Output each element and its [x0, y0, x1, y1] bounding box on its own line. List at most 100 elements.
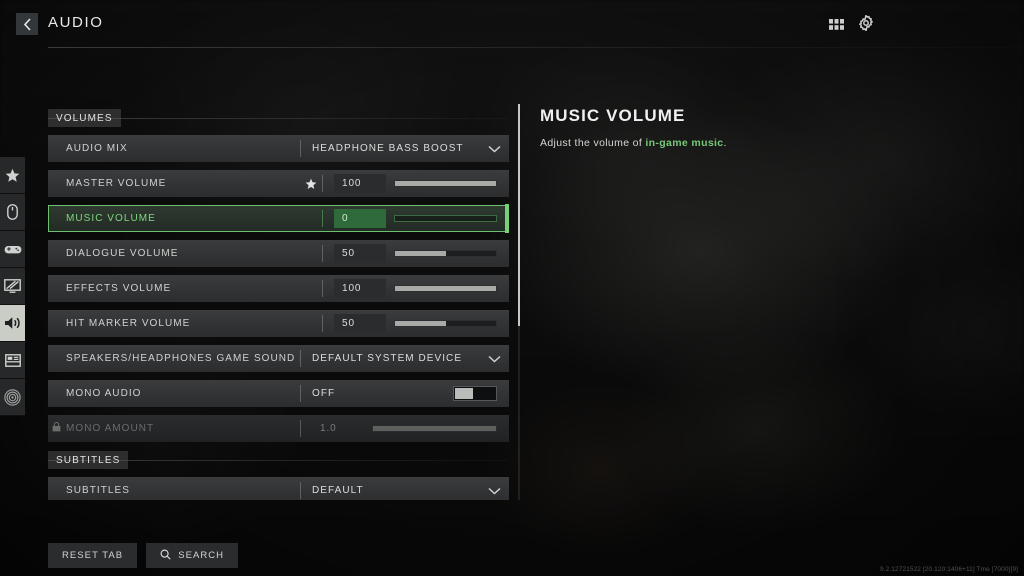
- value-box[interactable]: 100: [334, 279, 386, 298]
- dropdown-value: DEFAULT: [312, 485, 364, 496]
- row-divider: [322, 175, 323, 192]
- sidebar-item-controller[interactable]: [0, 231, 25, 268]
- setting-row-dialogue-volume[interactable]: DIALOGUE VOLUME 50: [48, 240, 509, 267]
- detail-description: Adjust the volume of in-game music.: [540, 137, 980, 149]
- slider-dialogue-volume[interactable]: [394, 250, 497, 257]
- row-label: MONO AUDIO: [66, 388, 142, 399]
- chevron-down-icon[interactable]: [479, 355, 509, 363]
- settings-scrollbar-thumb[interactable]: [518, 104, 520, 326]
- row-label: HIT MARKER VOLUME: [66, 318, 191, 329]
- gear-icon[interactable]: [858, 14, 874, 36]
- setting-row-master-volume[interactable]: MASTER VOLUME 100: [48, 170, 509, 197]
- row-divider: [322, 245, 323, 262]
- sidebar-item-interface[interactable]: [0, 342, 25, 379]
- interface-icon: [4, 353, 21, 367]
- value-box[interactable]: 50: [334, 314, 386, 333]
- toggle-knob: [455, 388, 473, 399]
- header-bar: AUDIO: [0, 0, 1024, 48]
- section-title: SUBTITLES: [48, 451, 129, 469]
- mouse-icon: [7, 204, 18, 220]
- slider-music-volume[interactable]: [394, 215, 497, 222]
- section-header-subtitles: SUBTITLES: [48, 450, 509, 470]
- setting-row-audio-mix[interactable]: AUDIO MIX HEADPHONE BASS BOOST: [48, 135, 509, 162]
- desc-text-before: Adjust the volume of: [540, 137, 646, 149]
- slider-fill: [395, 286, 496, 291]
- settings-scrollbar-track[interactable]: [518, 104, 520, 500]
- reset-tab-label: RESET TAB: [62, 550, 124, 561]
- sidebar-item-graphics[interactable]: [0, 268, 25, 305]
- dropdown-value: HEADPHONE BASS BOOST: [312, 143, 464, 154]
- slider-fill: [373, 426, 496, 431]
- star-icon: [5, 168, 20, 183]
- sidebar-item-favorites[interactable]: [0, 157, 25, 194]
- row-label: SUBTITLES: [66, 485, 130, 496]
- row-label: MONO AMOUNT: [66, 423, 155, 434]
- row-divider: [322, 210, 323, 227]
- value-box: 1.0: [320, 423, 337, 434]
- sidebar-item-mouse-keyboard[interactable]: [0, 194, 25, 231]
- lock-icon: [52, 422, 61, 435]
- desc-text-after: .: [723, 137, 727, 149]
- toggle-state-label: OFF: [312, 388, 336, 399]
- speaker-icon: [4, 316, 22, 330]
- dropdown-value: DEFAULT SYSTEM DEVICE: [312, 353, 463, 364]
- row-label: EFFECTS VOLUME: [66, 283, 172, 294]
- setting-row-subtitles[interactable]: SUBTITLES DEFAULT: [48, 477, 509, 500]
- page-title: AUDIO: [48, 14, 104, 31]
- row-label: AUDIO MIX: [66, 143, 128, 154]
- row-label: DIALOGUE VOLUME: [66, 248, 179, 259]
- slider-hit-marker-volume[interactable]: [394, 320, 497, 327]
- magnifier-icon: [160, 548, 171, 563]
- detail-panel: MUSIC VOLUME Adjust the volume of in-gam…: [540, 106, 980, 149]
- category-rail: [0, 157, 25, 416]
- row-label: MUSIC VOLUME: [66, 213, 156, 224]
- value-box[interactable]: 0: [334, 209, 386, 228]
- favorite-star-icon[interactable]: [300, 178, 322, 190]
- setting-row-mono-audio[interactable]: MONO AUDIO OFF: [48, 380, 509, 407]
- audio-settings-screen: AUDIO VOLUMES AUDIO MIX HEADPHONE BASS B…: [0, 0, 1024, 576]
- detail-title: MUSIC VOLUME: [540, 106, 686, 125]
- header-icon-group: [829, 14, 874, 36]
- search-label: SEARCH: [178, 550, 225, 561]
- section-header-volumes: VOLUMES: [48, 108, 509, 128]
- slider-master-volume[interactable]: [394, 180, 497, 187]
- row-divider: [322, 280, 323, 297]
- back-button[interactable]: [16, 13, 38, 35]
- slider-mono-amount: [372, 425, 497, 432]
- row-label: MASTER VOLUME: [66, 178, 167, 189]
- row-label-wrap: MONO AMOUNT: [48, 422, 300, 435]
- value-box[interactable]: 100: [334, 174, 386, 193]
- row-label: SPEAKERS/HEADPHONES GAME SOUND DEVICE: [66, 353, 300, 364]
- grid-apps-icon[interactable]: [829, 17, 844, 35]
- value-box[interactable]: 50: [334, 244, 386, 263]
- header-divider: [48, 47, 1024, 48]
- row-divider: [300, 420, 301, 437]
- setting-row-hit-marker-volume[interactable]: HIT MARKER VOLUME 50: [48, 310, 509, 337]
- chevron-left-icon: [23, 17, 32, 31]
- search-button[interactable]: SEARCH: [146, 543, 239, 568]
- mono-audio-toggle[interactable]: [453, 386, 497, 401]
- slider-fill: [395, 181, 496, 186]
- slider-fill: [395, 251, 446, 256]
- setting-row-effects-volume[interactable]: EFFECTS VOLUME 100: [48, 275, 509, 302]
- setting-row-music-volume[interactable]: MUSIC VOLUME 0: [48, 204, 509, 233]
- sidebar-item-audio[interactable]: [0, 305, 25, 342]
- slider-effects-volume[interactable]: [394, 285, 497, 292]
- slider-fill: [395, 321, 446, 326]
- sidebar-item-accessibility[interactable]: [0, 379, 25, 416]
- chevron-down-icon[interactable]: [479, 487, 509, 495]
- display-icon: [4, 279, 21, 293]
- settings-list: VOLUMES AUDIO MIX HEADPHONE BASS BOOST M…: [48, 108, 509, 500]
- setting-row-mono-amount: MONO AMOUNT 1.0: [48, 415, 509, 442]
- chevron-down-icon[interactable]: [479, 145, 509, 153]
- build-version-text: 9.2.12721522 [20.120:1406+11] Tme [7000]…: [880, 566, 1018, 573]
- selection-edge-marker: [505, 204, 509, 233]
- gamepad-icon: [4, 244, 22, 255]
- accessibility-icon: [4, 388, 21, 406]
- reset-tab-button[interactable]: RESET TAB: [48, 543, 138, 568]
- desc-highlight: in-game music: [645, 137, 724, 149]
- row-divider: [322, 315, 323, 332]
- setting-row-sound-device[interactable]: SPEAKERS/HEADPHONES GAME SOUND DEVICE DE…: [48, 345, 509, 372]
- footer-bar: RESET TAB SEARCH: [48, 543, 239, 568]
- section-title: VOLUMES: [48, 109, 121, 127]
